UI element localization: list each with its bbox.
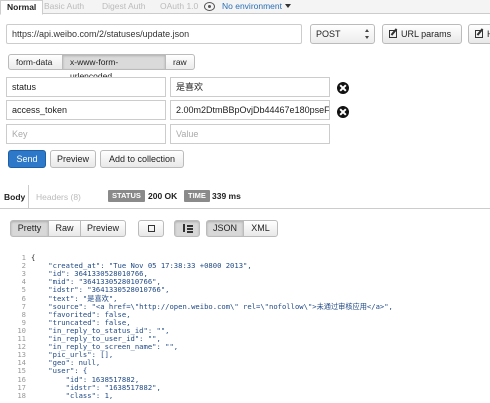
view-pretty[interactable]: Pretty	[10, 220, 49, 237]
method-select[interactable]: POST	[310, 24, 375, 44]
tab-body[interactable]: Body	[4, 192, 25, 202]
status-value: 200 OK	[148, 191, 178, 201]
method-value: POST	[316, 29, 341, 39]
edit-icon	[475, 30, 483, 38]
tab-headers[interactable]: Headers (8)	[36, 192, 81, 202]
tab-oauth[interactable]: OAuth 1.0	[160, 0, 198, 14]
environment-dropdown[interactable]: No environment	[222, 0, 292, 14]
eye-icon[interactable]	[204, 2, 215, 11]
param-key-field[interactable]: access_token	[6, 100, 166, 120]
tab-x-www-form-urlencoded[interactable]: x-www-form-urlencoded	[62, 54, 166, 81]
environment-label: No environment	[222, 1, 283, 11]
url-params-label: URL params	[401, 29, 452, 39]
wrap-lines-button[interactable]	[174, 220, 200, 237]
select-arrows-icon	[365, 29, 370, 39]
tab-form-data[interactable]: form-data	[8, 54, 63, 70]
time-badge: TIME	[184, 190, 210, 202]
param-value-field[interactable]: 是喜欢	[170, 77, 330, 97]
auth-tab-bar: Normal Basic Auth Digest Auth OAuth 1.0 …	[0, 0, 490, 15]
tab-raw[interactable]: raw	[165, 54, 195, 70]
send-button[interactable]: Send	[8, 150, 46, 168]
param-key-field[interactable]: status	[6, 77, 166, 97]
add-to-collection-button[interactable]: Add to collection	[100, 150, 184, 168]
edit-icon	[389, 30, 397, 38]
chevron-down-icon	[285, 4, 292, 8]
view-preview[interactable]: Preview	[80, 220, 126, 237]
tab-digest-auth[interactable]: Digest Auth	[102, 0, 145, 14]
url-params-button[interactable]: URL params	[382, 24, 462, 44]
line-number: 18	[17, 390, 26, 400]
preview-button[interactable]: Preview	[50, 150, 96, 168]
view-raw[interactable]: Raw	[48, 220, 81, 237]
expand-button[interactable]	[138, 220, 164, 237]
response-bar: Body Headers (8) STATUS 200 OK TIME 339 …	[0, 185, 490, 209]
param-value-placeholder[interactable]: Value	[170, 124, 330, 144]
param-key-placeholder[interactable]: Key	[6, 124, 166, 144]
tab-normal[interactable]: Normal	[0, 0, 44, 15]
remove-row-icon[interactable]	[337, 106, 349, 118]
url-input[interactable]: https://api.weibo.com/2/statuses/update.…	[6, 24, 302, 44]
wrap-lines-icon	[182, 224, 193, 232]
response-code-view[interactable]: 1{2 "created_at": "Tue Nov 05 17:38:33 +…	[0, 251, 490, 403]
format-json[interactable]: JSON	[206, 220, 244, 237]
format-xml[interactable]: XML	[243, 220, 278, 237]
remove-row-icon[interactable]	[337, 82, 349, 94]
tab-basic-auth[interactable]: Basic Auth	[44, 0, 84, 14]
status-badge: STATUS	[108, 190, 145, 202]
time-value: 339 ms	[212, 191, 241, 201]
headers-button[interactable]: H	[468, 24, 490, 44]
line-text: "class": 1,	[31, 390, 114, 400]
divider	[28, 185, 29, 209]
param-value-field[interactable]: 2.00m2DtmBBpOvjDb44467e180pseF	[170, 100, 330, 120]
expand-icon	[147, 225, 155, 232]
